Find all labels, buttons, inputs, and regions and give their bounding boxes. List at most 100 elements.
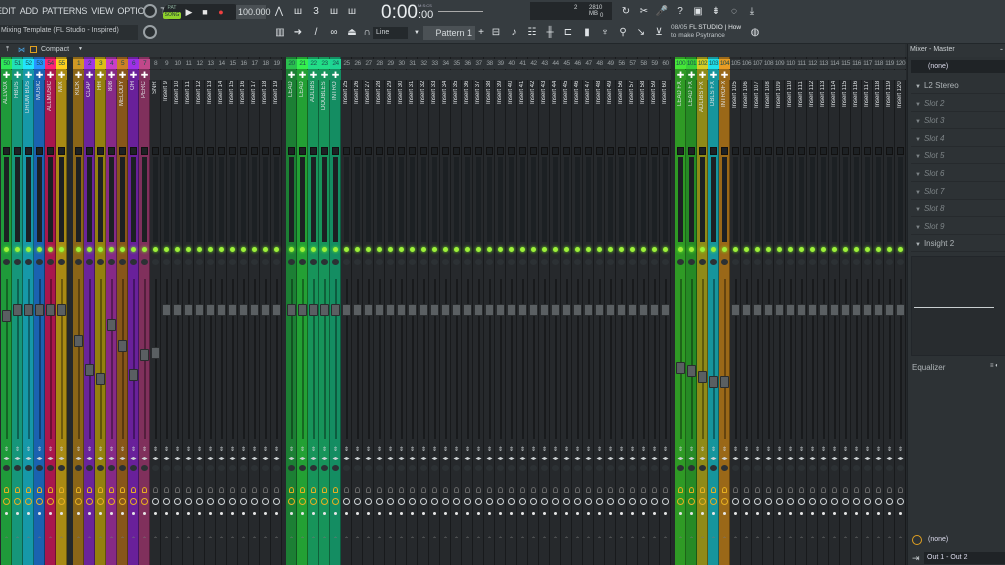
record-arm-icon[interactable]: [766, 487, 771, 493]
route-arrow-icon[interactable]: ⌃: [539, 537, 550, 544]
track-name[interactable]: LEAD: [287, 81, 296, 143]
timing-icon[interactable]: [229, 498, 236, 505]
timing-icon[interactable]: [875, 498, 882, 505]
route-icon[interactable]: ✚: [697, 70, 708, 80]
mixer-track-105[interactable]: 105 Insert 105 ⇕ ◂▸ ⌃: [730, 57, 741, 565]
volume-fader[interactable]: [272, 304, 281, 317]
pan-knob[interactable]: [36, 259, 43, 265]
route-icon[interactable]: [730, 70, 741, 80]
mixer-track-102[interactable]: 102 ✚ ADLIBS FX ⇕ ◂▸ ⌃: [697, 57, 708, 565]
swap-icon[interactable]: ◂▸: [216, 456, 227, 463]
fx-indicator[interactable]: [541, 147, 548, 155]
stereo-knob[interactable]: [196, 465, 203, 471]
mute-led[interactable]: [689, 247, 694, 252]
timing-icon[interactable]: [596, 498, 603, 505]
stereo-icon[interactable]: ⇕: [440, 447, 451, 454]
track-name[interactable]: Insert 111: [797, 81, 806, 143]
fx-slot[interactable]: ▼ Slot 7: [911, 183, 1005, 200]
swap-icon[interactable]: ◂▸: [363, 456, 374, 463]
track-name[interactable]: SNR: [151, 81, 160, 143]
mute-led[interactable]: [186, 247, 191, 252]
mixer-track-57[interactable]: 57 Insert 57 ⇕ ◂▸ ⌃: [627, 57, 638, 565]
stereo-icon[interactable]: ⇕: [297, 447, 308, 454]
stereo-icon[interactable]: ⇕: [594, 447, 605, 454]
mixer-track-43[interactable]: 43 Insert 43 ⇕ ◂▸ ⌃: [539, 57, 550, 565]
track-name[interactable]: Insert 10: [173, 81, 182, 143]
mixer-track-13[interactable]: 13 Insert 13 ⇕ ◂▸ ⌃: [205, 57, 216, 565]
pan-knob[interactable]: [875, 259, 882, 265]
mute-led[interactable]: [333, 247, 338, 252]
timing-icon[interactable]: [886, 498, 893, 505]
timing-icon[interactable]: [809, 498, 816, 505]
route-icon[interactable]: [484, 70, 495, 80]
pan-knob[interactable]: [864, 259, 871, 265]
route-arrow-icon[interactable]: ⌃: [528, 537, 539, 544]
record-arm-icon[interactable]: [887, 487, 892, 493]
mute-led[interactable]: [722, 247, 727, 252]
stereo-knob[interactable]: [108, 465, 115, 471]
swap-icon[interactable]: ◂▸: [12, 456, 23, 463]
mixer-track-6[interactable]: 6 ✚ OH ⇕ ◂▸ ⌃: [128, 57, 139, 565]
track-name[interactable]: Insert 43: [540, 81, 549, 143]
timing-icon[interactable]: [541, 498, 548, 505]
route-icon[interactable]: [271, 70, 282, 80]
track-name[interactable]: Insert 49: [606, 81, 615, 143]
volume-fader[interactable]: [46, 304, 55, 317]
slot-menu-icon[interactable]: ▼: [915, 137, 921, 143]
mixer-track-106[interactable]: 106 Insert 106 ⇕ ◂▸ ⌃: [741, 57, 752, 565]
route-icon[interactable]: ✚: [708, 70, 719, 80]
mixer-track-41[interactable]: 41 Insert 41 ⇕ ◂▸ ⌃: [517, 57, 528, 565]
stereo-knob[interactable]: [541, 465, 548, 471]
stereo-icon[interactable]: ⇕: [719, 447, 730, 454]
mixer-track-34[interactable]: 34 Insert 34 ⇕ ◂▸ ⌃: [440, 57, 451, 565]
mute-led[interactable]: [26, 247, 31, 252]
fx-indicator[interactable]: [677, 147, 684, 155]
stereo-icon[interactable]: ⇕: [495, 447, 506, 454]
mute-led[interactable]: [564, 247, 569, 252]
record-arm-icon[interactable]: [289, 487, 294, 493]
track-name[interactable]: Insert 32: [419, 81, 428, 143]
track-name[interactable]: Insert 41: [518, 81, 527, 143]
send-dot[interactable]: [888, 512, 891, 515]
swap-icon[interactable]: ◂▸: [752, 456, 763, 463]
stereo-icon[interactable]: ⇕: [34, 447, 45, 454]
mute-led[interactable]: [274, 247, 279, 252]
bow-tie-icon[interactable]: ⋈: [18, 46, 25, 54]
send-dot[interactable]: [587, 512, 590, 515]
route-icon[interactable]: ✚: [106, 70, 117, 80]
pan-knob[interactable]: [497, 259, 504, 265]
timing-icon[interactable]: [240, 498, 247, 505]
record-arm-icon[interactable]: [700, 487, 705, 493]
volume-fader[interactable]: [96, 372, 105, 385]
pan-knob[interactable]: [174, 259, 181, 265]
stereo-knob[interactable]: [897, 465, 904, 471]
stereo-icon[interactable]: ⇕: [462, 447, 473, 454]
mixer-track-58[interactable]: 58 Insert 58 ⇕ ◂▸ ⌃: [638, 57, 649, 565]
input-select[interactable]: (none): [911, 60, 1005, 73]
route-arrow-icon[interactable]: ⌃: [319, 537, 330, 544]
pan-knob[interactable]: [58, 259, 65, 265]
pan-knob[interactable]: [732, 259, 739, 265]
stereo-knob[interactable]: [585, 465, 592, 471]
volume-fader[interactable]: [195, 304, 204, 317]
news-hint[interactable]: 08/05 FL STUDIO | How to make Psytrance: [671, 24, 741, 40]
mute-led[interactable]: [700, 247, 705, 252]
mixer-track-11[interactable]: 11 Insert 11 ⇕ ◂▸ ⌃: [183, 57, 194, 565]
countdown-icon[interactable]: 3: [309, 5, 323, 19]
route-icon[interactable]: [616, 70, 627, 80]
mixer-track-28[interactable]: 28 Insert 28 ⇕ ◂▸ ⌃: [374, 57, 385, 565]
stereo-icon[interactable]: ⇕: [117, 447, 128, 454]
send-dot[interactable]: [712, 512, 715, 515]
swap-icon[interactable]: ◂▸: [34, 456, 45, 463]
fx-indicator[interactable]: [688, 147, 695, 155]
route-icon[interactable]: ✚: [675, 70, 686, 80]
pan-knob[interactable]: [574, 259, 581, 265]
pan-knob[interactable]: [853, 259, 860, 265]
mute-led[interactable]: [208, 247, 213, 252]
route-icon[interactable]: [407, 70, 418, 80]
record-arm-icon[interactable]: [619, 487, 624, 493]
send-dot[interactable]: [488, 512, 491, 515]
pan-knob[interactable]: [464, 259, 471, 265]
record-arm-icon[interactable]: [87, 487, 92, 493]
record-arm-icon[interactable]: [454, 487, 459, 493]
